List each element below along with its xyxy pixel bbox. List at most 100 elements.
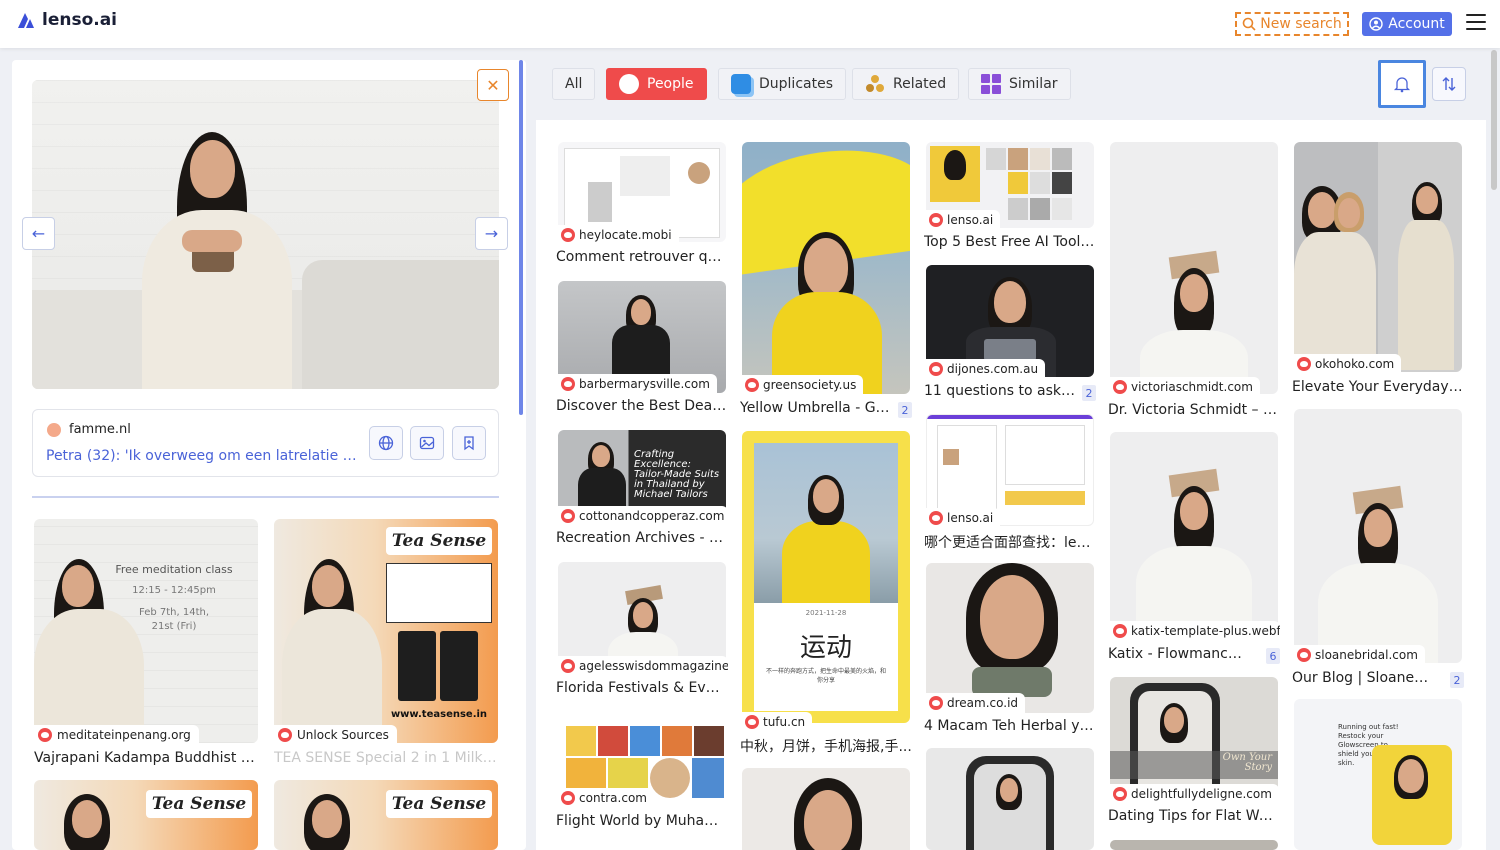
- result-card[interactable]: okohoko.com Elevate Your Everyday wi...: [1292, 142, 1464, 398]
- result-card[interactable]: Running out fast! Restock your Glowscree…: [1292, 699, 1462, 850]
- result-source-label: barbermarysville.com: [558, 374, 717, 394]
- filter-people[interactable]: People: [606, 68, 707, 100]
- filter-similar[interactable]: Similar: [968, 68, 1071, 100]
- sort-button[interactable]: [1432, 67, 1466, 101]
- filter-related[interactable]: Related: [852, 68, 960, 100]
- result-source-label: Unlock Sources: [274, 725, 397, 745]
- match-count-badge: 2: [1450, 672, 1464, 688]
- face-match-icon: [1113, 787, 1127, 801]
- result-source-label: greensociety.us: [742, 375, 864, 395]
- source-card: famme.nl Petra (32): 'Ik overweeg om een…: [32, 409, 499, 477]
- source-panel: ✕ ← → famme.nl Petra (32): 'Ik overweeg …: [12, 60, 526, 850]
- filter-bar: All People Duplicates Related Similar: [536, 60, 1486, 118]
- result-title: Discover the Best Deals ...: [556, 398, 728, 414]
- result-card[interactable]: heylocate.mobi Comment retrouver que...: [556, 142, 728, 270]
- result-card[interactable]: [740, 768, 910, 850]
- poster-time: 12:15 - 12:45pm: [132, 585, 216, 596]
- overlay-text: Own Your Story: [1222, 752, 1272, 773]
- close-button[interactable]: ✕: [477, 69, 509, 101]
- result-source-label: meditateinpenang.org: [34, 725, 199, 745]
- face-match-icon: [561, 791, 575, 805]
- next-image-button[interactable]: →: [475, 217, 508, 250]
- menu-icon[interactable]: [1466, 14, 1486, 32]
- result-card[interactable]: Own Your Story delightfullydeligne.com D…: [1108, 677, 1280, 827]
- result-title-blurred: TEA SENSE Special 2 in 1 Milk Tea...: [274, 750, 498, 766]
- top-bar: lenso.ai New search Account: [0, 0, 1500, 48]
- result-card[interactable]: katix-template-plus.webfl... Katix - Flo…: [1108, 432, 1280, 668]
- result-source-label: heylocate.mobi: [558, 225, 679, 245]
- face-match-icon: [561, 377, 575, 391]
- result-card[interactable]: sloanebridal.com Our Blog | Sloane Bri..…: [1292, 409, 1464, 689]
- result-card[interactable]: dijones.com.au 11 questions to ask a ...…: [924, 265, 1096, 405]
- result-title: Our Blog | Sloane Bri...: [1292, 670, 1432, 686]
- face-match-icon: [929, 213, 943, 227]
- poster-body: 不一样的奔跑方式，把生命中最美的火焰，和你分享: [766, 668, 887, 684]
- result-card[interactable]: contra.com Flight World by Muham...: [556, 724, 728, 834]
- tea-sense-logo: Tea Sense: [386, 527, 492, 555]
- result-card[interactable]: dream.co.id 4 Macam Teh Herbal yan...: [924, 563, 1096, 734]
- bookmark-button[interactable]: [452, 426, 486, 460]
- lenso-logo-icon: [18, 13, 34, 28]
- related-result-card[interactable]: Tea Sense www.teasense.in Unlock Sources…: [274, 519, 498, 769]
- result-card[interactable]: lenso.ai 哪个更适合面部查找：len...: [924, 414, 1096, 554]
- source-title-link[interactable]: Petra (32): 'Ik overweeg om een latrelat…: [46, 448, 361, 464]
- brand-logo[interactable]: lenso.ai: [16, 10, 117, 30]
- previous-image-button[interactable]: ←: [22, 217, 55, 250]
- close-icon: ✕: [486, 75, 500, 95]
- result-card[interactable]: agelesswisdommagazine.... Florida Festiv…: [556, 562, 728, 700]
- result-title: 11 questions to ask a ...: [924, 383, 1078, 399]
- filter-all[interactable]: All: [552, 68, 596, 100]
- face-match-icon: [561, 509, 575, 523]
- face-match-icon: [561, 659, 575, 673]
- open-website-button[interactable]: [369, 426, 403, 460]
- poster-dates-2: 21st (Fri): [151, 621, 197, 632]
- new-search-button[interactable]: New search: [1235, 12, 1349, 36]
- result-title: Dr. Victoria Schmidt – Th...: [1108, 402, 1280, 418]
- result-title: Comment retrouver que...: [556, 249, 728, 265]
- face-match-icon: [929, 511, 943, 525]
- result-card[interactable]: Crafting Excellence: Tailor-Made Suits i…: [556, 430, 728, 550]
- result-card[interactable]: greensociety.us Yellow Umbrella - Gre...…: [740, 142, 912, 420]
- tea-sense-logo: Tea Sense: [146, 790, 252, 818]
- result-title: Top 5 Best Free AI Tools ...: [924, 234, 1096, 250]
- related-result-card[interactable]: Free meditation class 12:15 - 12:45pm Fe…: [34, 519, 258, 769]
- face-icon: [619, 74, 639, 94]
- search-image-button[interactable]: [410, 426, 444, 460]
- result-card[interactable]: barbermarysville.com Discover the Best D…: [556, 281, 728, 419]
- face-match-icon: [278, 728, 292, 742]
- filter-duplicates[interactable]: Duplicates: [718, 68, 846, 100]
- tea-sense-logo: Tea Sense: [386, 790, 492, 818]
- result-card[interactable]: lenso.ai Top 5 Best Free AI Tools ...: [924, 142, 1096, 256]
- bookmark-icon: [464, 436, 474, 451]
- left-panel-scrollbar[interactable]: [519, 60, 523, 415]
- face-match-icon: [1297, 648, 1311, 662]
- face-match-icon: [745, 715, 759, 729]
- face-match-icon: [38, 728, 52, 742]
- face-match-icon: [929, 362, 943, 376]
- similar-icon: [981, 74, 1001, 94]
- result-title: Vajrapani Kadampa Buddhist Ce...: [34, 750, 258, 766]
- result-source-label: tufu.cn: [742, 712, 813, 732]
- result-source-label: victoriaschmidt.com: [1110, 377, 1260, 397]
- face-match-icon: [929, 696, 943, 710]
- result-title: Flight World by Muham...: [556, 813, 728, 829]
- page-scrollbar[interactable]: [1491, 50, 1497, 190]
- new-search-label: New search: [1260, 16, 1342, 32]
- result-card[interactable]: victoriaschmidt.com Dr. Victoria Schmidt…: [1108, 142, 1280, 422]
- result-source-label: contra.com: [558, 788, 654, 808]
- result-title: Dating Tips for Flat Wom...: [1108, 808, 1280, 824]
- account-label: Account: [1388, 16, 1445, 32]
- result-card[interactable]: [924, 748, 1094, 850]
- related-result-card[interactable]: Tea Sense: [274, 780, 498, 850]
- alerts-button[interactable]: [1378, 60, 1426, 108]
- account-button[interactable]: Account: [1362, 12, 1452, 36]
- result-title: Elevate Your Everyday wi...: [1292, 379, 1464, 395]
- selected-image[interactable]: [32, 80, 499, 389]
- result-card[interactable]: 2021-11-28 运动 不一样的奔跑方式，把生命中最美的火焰，和你分享 tu…: [740, 431, 912, 761]
- match-count-badge: 2: [898, 402, 912, 418]
- sort-arrows-icon: [1442, 77, 1456, 91]
- image-icon: [419, 436, 435, 450]
- related-result-card[interactable]: Tea Sense: [34, 780, 258, 850]
- result-card[interactable]: [1108, 840, 1278, 850]
- arrow-left-icon: ←: [31, 224, 46, 243]
